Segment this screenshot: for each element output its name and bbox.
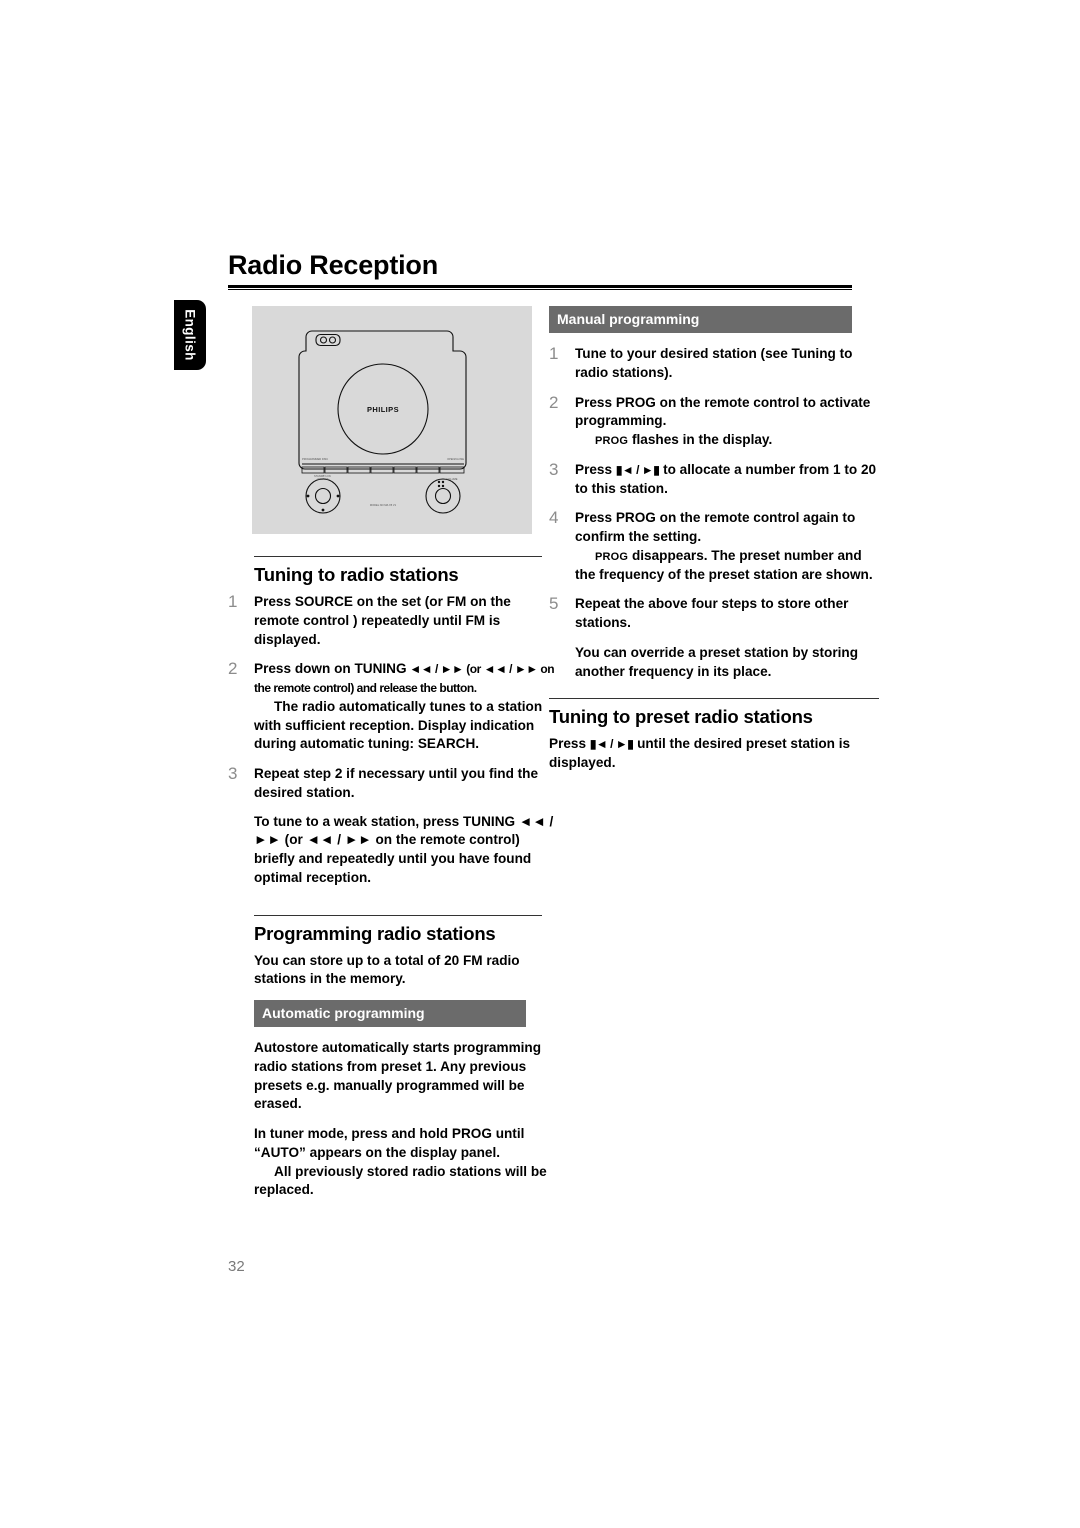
step-item: 2 Press down on TUNING ◄◄ / ►► (or ◄◄ / … [228,659,558,754]
svg-text:VOLUME: VOLUME [447,477,458,481]
step-number: 4 [549,508,559,528]
language-tab-label: English [182,309,198,361]
svg-text:OPEN/CLOSE: OPEN/CLOSE [447,457,464,461]
step-item: 2 Press PROG on the remote control to ac… [549,392,879,450]
section-divider [254,914,542,916]
step-number: 2 [549,392,559,412]
auto-programming-paragraph-2: In tuner mode, press and hold PROG until… [254,1125,558,1200]
step-number: 1 [228,592,238,611]
product-illustration: PHILIPS PROGRAMMED DISC OPEN/CLOSE STAND… [252,306,532,534]
step-item: 1 Tune to your desired station (see Tuni… [549,344,879,383]
heading-programming-radio-stations: Programming radio stations [254,922,496,944]
step-text: Press ▮◄ / ►▮ to allocate a number from … [575,461,877,496]
step-number: 5 [549,594,559,614]
step-text: Repeat step 2 if necessary until you fin… [254,766,558,888]
step-text: Repeat the above four steps to store oth… [575,596,849,630]
philips-logo: PHILIPS [367,405,399,414]
manual-page: Radio Reception English PHILIPS PROGRAMM… [0,0,1080,1528]
right-column: Manual programming 1 Tune to your desire… [549,306,879,784]
heading-tuning-to-preset-radio-stations: Tuning to preset radio stations [549,706,813,728]
step-note: To tune to a weak station, press TUNING … [254,813,554,885]
svg-text:PROGRAMMED DISC: PROGRAMMED DISC [302,457,328,461]
heading-tuning-to-radio-stations: Tuning to radio stations [254,564,459,585]
auto-programming-note: All previously stored radio stations wil… [254,1163,547,1198]
step-item: 4 Press PROG on the remote control again… [549,508,879,584]
hifi-system-drawing: PHILIPS PROGRAMMED DISC OPEN/CLOSE STAND… [298,330,467,514]
programming-intro: You can store up to a total of 20 FM rad… [254,952,520,987]
override-note: You can override a preset station by sto… [575,644,859,679]
step-item: 3 Press ▮◄ / ►▮ to allocate a number fro… [549,459,879,499]
step-note: The radio automatically tunes to a stati… [254,698,543,752]
svg-text:MODEL NO MZ-X5 V1: MODEL NO MZ-X5 V1 [370,503,397,507]
step-text: Press SOURCE on the set (or FM on the re… [254,594,511,647]
language-tab: English [174,300,206,370]
preset-instruction: Press ▮◄ / ►▮ until the desired preset s… [549,736,851,770]
step-number: 2 [228,659,238,679]
title-divider-thin [228,289,852,290]
section-divider [549,698,879,700]
step-item: 3 Repeat step 2 if necessary until you f… [228,764,558,888]
step-number: 3 [228,764,238,783]
auto-programming-paragraph-1: Autostore automatically starts programmi… [254,1040,542,1112]
left-column: Tuning to radio stations 1 Press SOURCE … [228,556,558,1211]
step-item: 5 Repeat the above four steps to store o… [549,594,879,633]
page-title: Radio Reception [228,250,439,280]
step-note: PROG disappears. The preset number and t… [575,547,873,582]
page-number: 32 [228,1258,245,1275]
subsection-bar-manual-programming: Manual programming [549,306,852,333]
step-number: 3 [549,459,559,479]
subsection-bar-automatic-programming: Automatic programming [254,1000,526,1027]
step-text: Tune to your desired station (see Tuning… [575,346,853,380]
svg-text:SOURCE: SOURCE [317,477,328,481]
step-text: Press down on TUNING ◄◄ / ►► (or ◄◄ / ►►… [254,661,558,754]
step-number: 1 [549,344,559,363]
step-text: Press PROG on the remote control to acti… [575,395,879,450]
section-divider [254,556,542,557]
step-text: Press PROG on the remote control again t… [575,510,879,584]
title-divider [228,285,852,288]
step-item: 1 Press SOURCE on the set (or FM on the … [228,592,558,649]
step-note: PROG flashes in the display. [595,432,773,447]
